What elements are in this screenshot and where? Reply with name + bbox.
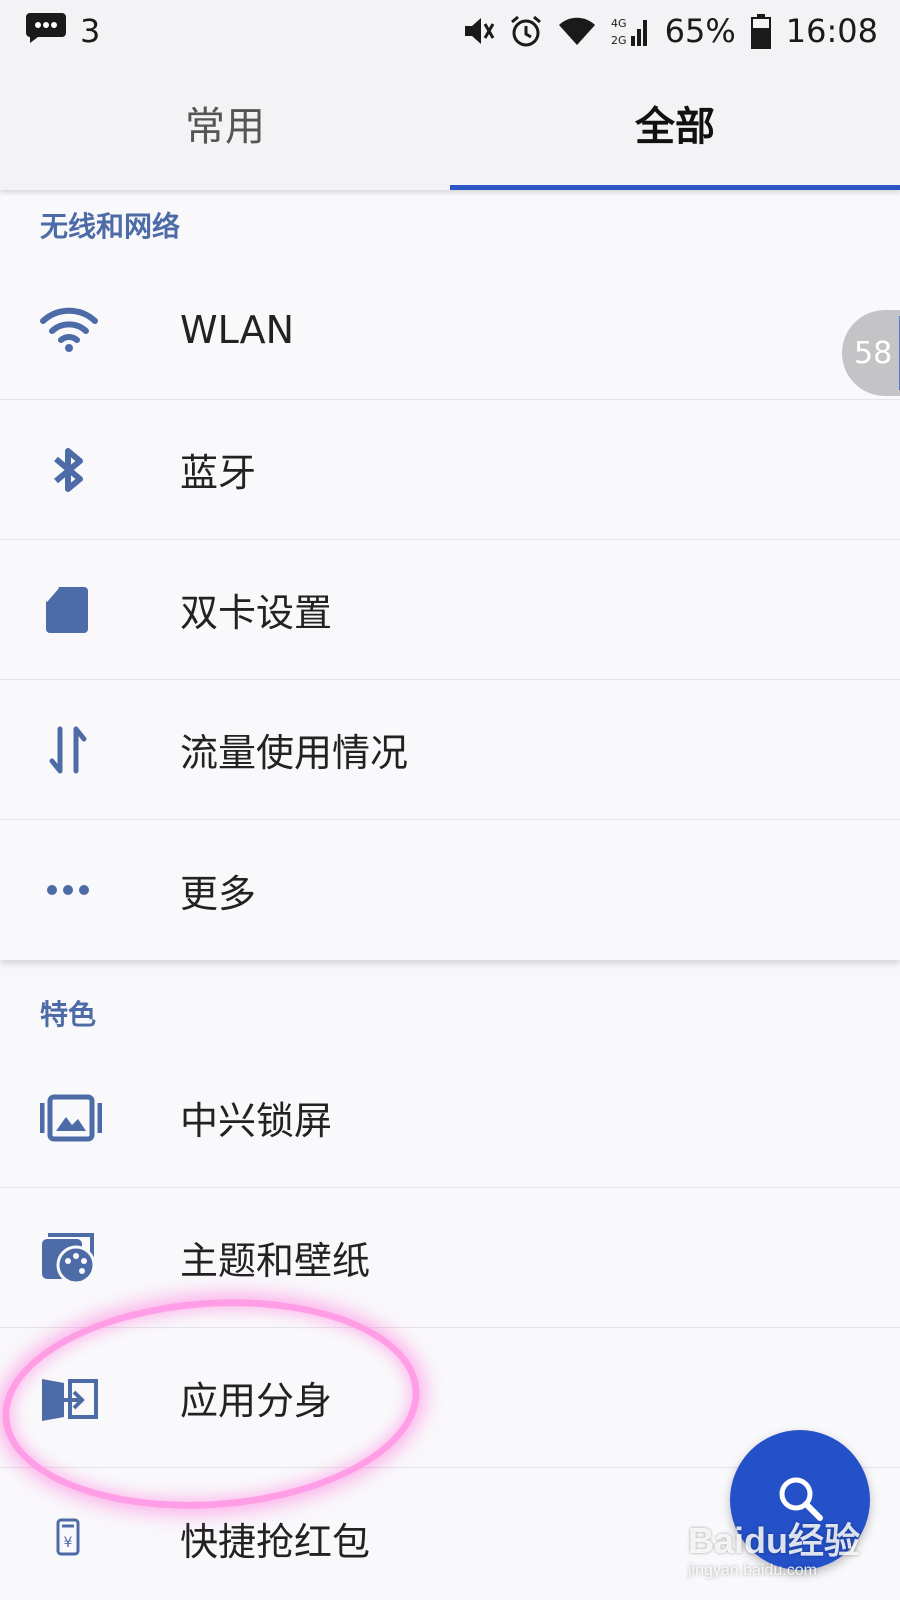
section-title: 无线和网络 (40, 210, 181, 243)
settings-item-wlan[interactable]: WLAN (0, 260, 900, 400)
tab-all[interactable]: 全部 (450, 62, 900, 190)
mute-icon (461, 14, 495, 48)
message-notification-icon (24, 11, 68, 51)
item-label: 更多 (180, 871, 257, 916)
sim-card-icon (40, 585, 96, 635)
status-bar: 3 4G 2G 65% 16:08 (0, 0, 900, 62)
item-label: 主题和壁纸 (180, 1239, 371, 1283)
settings-item-zte-lockscreen[interactable]: 中兴锁屏 (0, 1048, 900, 1188)
bluetooth-icon (40, 445, 96, 495)
wifi-icon (40, 307, 98, 353)
notification-count: 3 (80, 12, 101, 50)
alarm-icon (509, 14, 543, 48)
item-label: 双卡设置 (180, 591, 333, 635)
settings-item-theme-wallpaper[interactable]: 主题和壁纸 (0, 1188, 900, 1328)
battery-icon (750, 13, 772, 49)
tab-common[interactable]: 常用 (0, 62, 450, 190)
settings-item-more[interactable]: 更多 (0, 820, 900, 960)
item-label: WLAN (180, 307, 295, 352)
svg-text:4G: 4G (611, 17, 627, 30)
settings-item-dual-sim[interactable]: 双卡设置 (0, 540, 900, 680)
watermark-url: jingyan.baidu.com (688, 1562, 817, 1579)
svg-text:2G: 2G (611, 34, 627, 47)
clock: 16:08 (785, 12, 878, 50)
theme-palette-icon (40, 1231, 100, 1285)
item-label: 应用分身 (180, 1379, 333, 1423)
item-label: 中兴锁屏 (180, 1099, 333, 1143)
item-label: 蓝牙 (180, 451, 257, 495)
app-clone-icon (40, 1373, 100, 1423)
battery-percent: 65% (664, 12, 736, 50)
baidu-watermark: Baidu经验 jingyan.baidu.com (688, 1512, 860, 1580)
wifi-status-icon (557, 15, 597, 47)
data-usage-icon (40, 725, 96, 775)
watermark-main: Baidu经验 (688, 1520, 861, 1561)
item-label: 快捷抢红包 (180, 1519, 371, 1564)
cell-signal-icon: 4G 2G (611, 14, 651, 48)
section-title: 特色 (40, 998, 97, 1031)
item-label: 流量使用情况 (180, 731, 409, 775)
lockscreen-icon (40, 1093, 102, 1143)
tab-bar: 常用 全部 (0, 62, 900, 190)
more-icon (40, 880, 96, 900)
settings-item-bluetooth[interactable]: 蓝牙 (0, 400, 900, 540)
red-packet-icon: ¥ (40, 1516, 96, 1560)
svg-text:¥: ¥ (64, 1535, 73, 1551)
settings-item-data-usage[interactable]: 流量使用情况 (0, 680, 900, 820)
section-wireless-network: 无线和网络 WLAN 蓝牙 双卡设置 流量使用情况 更多 (0, 190, 900, 960)
